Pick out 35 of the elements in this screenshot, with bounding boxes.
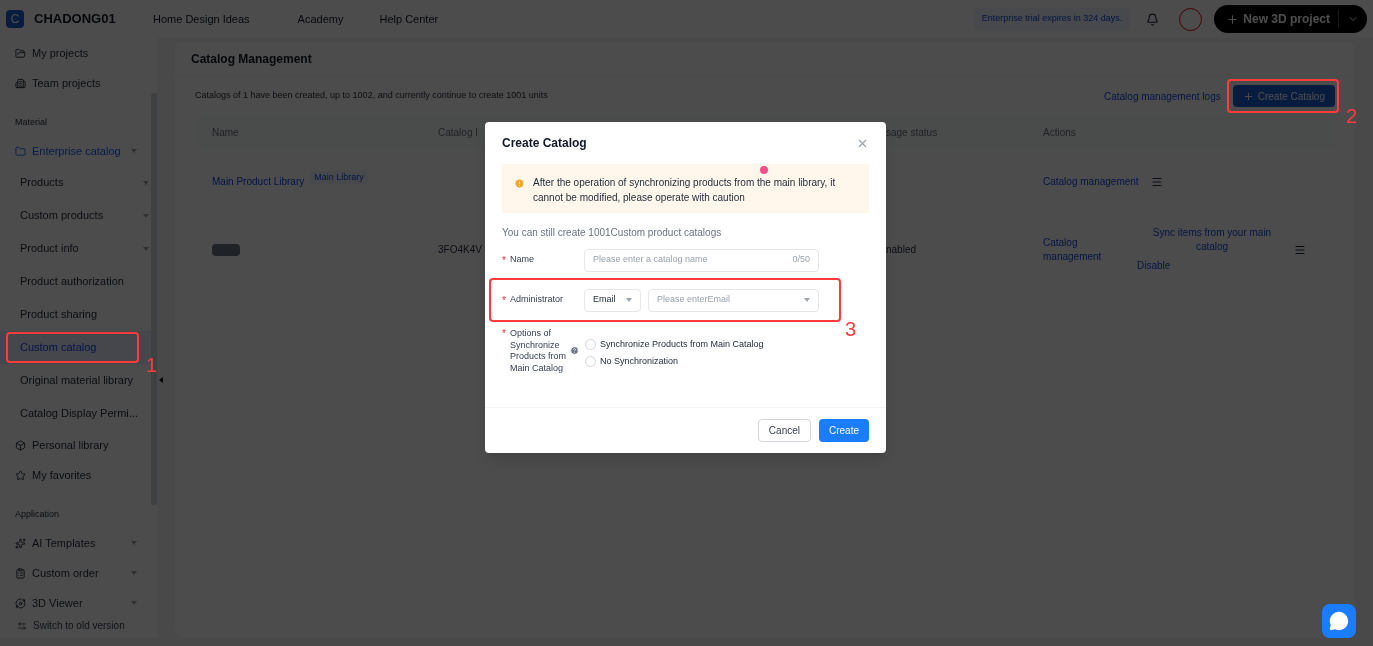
action-link[interactable]: Catalog management [1043, 174, 1139, 189]
field-label: Name [509, 253, 534, 267]
create-button[interactable]: Create [819, 419, 869, 442]
annotation-number: 1 [146, 355, 158, 375]
workspace-name: CHADONG01 [34, 10, 117, 29]
chat-icon [1329, 611, 1349, 631]
annotation-number: 3 [844, 319, 856, 339]
help-icon [570, 346, 579, 355]
required-mark: * [502, 328, 506, 341]
table-cell: 3FO4K4V [438, 244, 482, 255]
remaining-text: You can still create 1001Custom product catalogs [501, 226, 723, 240]
radio-option[interactable]: No Synchronization [585, 354, 764, 368]
annotation-number: 2 [1345, 106, 1357, 126]
dialog-title: Create Catalog [502, 135, 587, 152]
catalog-name-link[interactable]: Main Product Library [212, 174, 305, 189]
required-mark: * [502, 253, 506, 268]
logs-link[interactable]: Catalog management logs [1104, 88, 1221, 104]
contact-type-select[interactable]: Email [584, 288, 641, 312]
email-select[interactable]: Please enterEmail [648, 288, 819, 312]
caret-icon [804, 298, 810, 302]
field-label: Options of Synchronize Products from Main Catalog [509, 328, 567, 374]
table-cell: nabled [886, 244, 917, 255]
section-heading: Application [15, 509, 60, 519]
chat-support-button[interactable] [1322, 604, 1356, 638]
section-heading: Material [15, 117, 47, 127]
required-mark: * [502, 293, 506, 308]
caret-icon [626, 298, 632, 302]
field-label: Administrator [509, 293, 563, 307]
radio-option[interactable]: Synchronize Products from Main Catalog [585, 338, 764, 352]
warning-text: After the operation of synchronizing products from the main library, it cannot be modified, please operate with caution [533, 176, 837, 205]
character-counter: 0/50 [792, 253, 810, 267]
page-title: Catalog Management [191, 50, 312, 68]
warning-icon [514, 178, 525, 189]
cancel-button[interactable]: Cancel [757, 419, 811, 442]
name-input[interactable]: Please enter a catalog name 0/50 [584, 248, 819, 272]
